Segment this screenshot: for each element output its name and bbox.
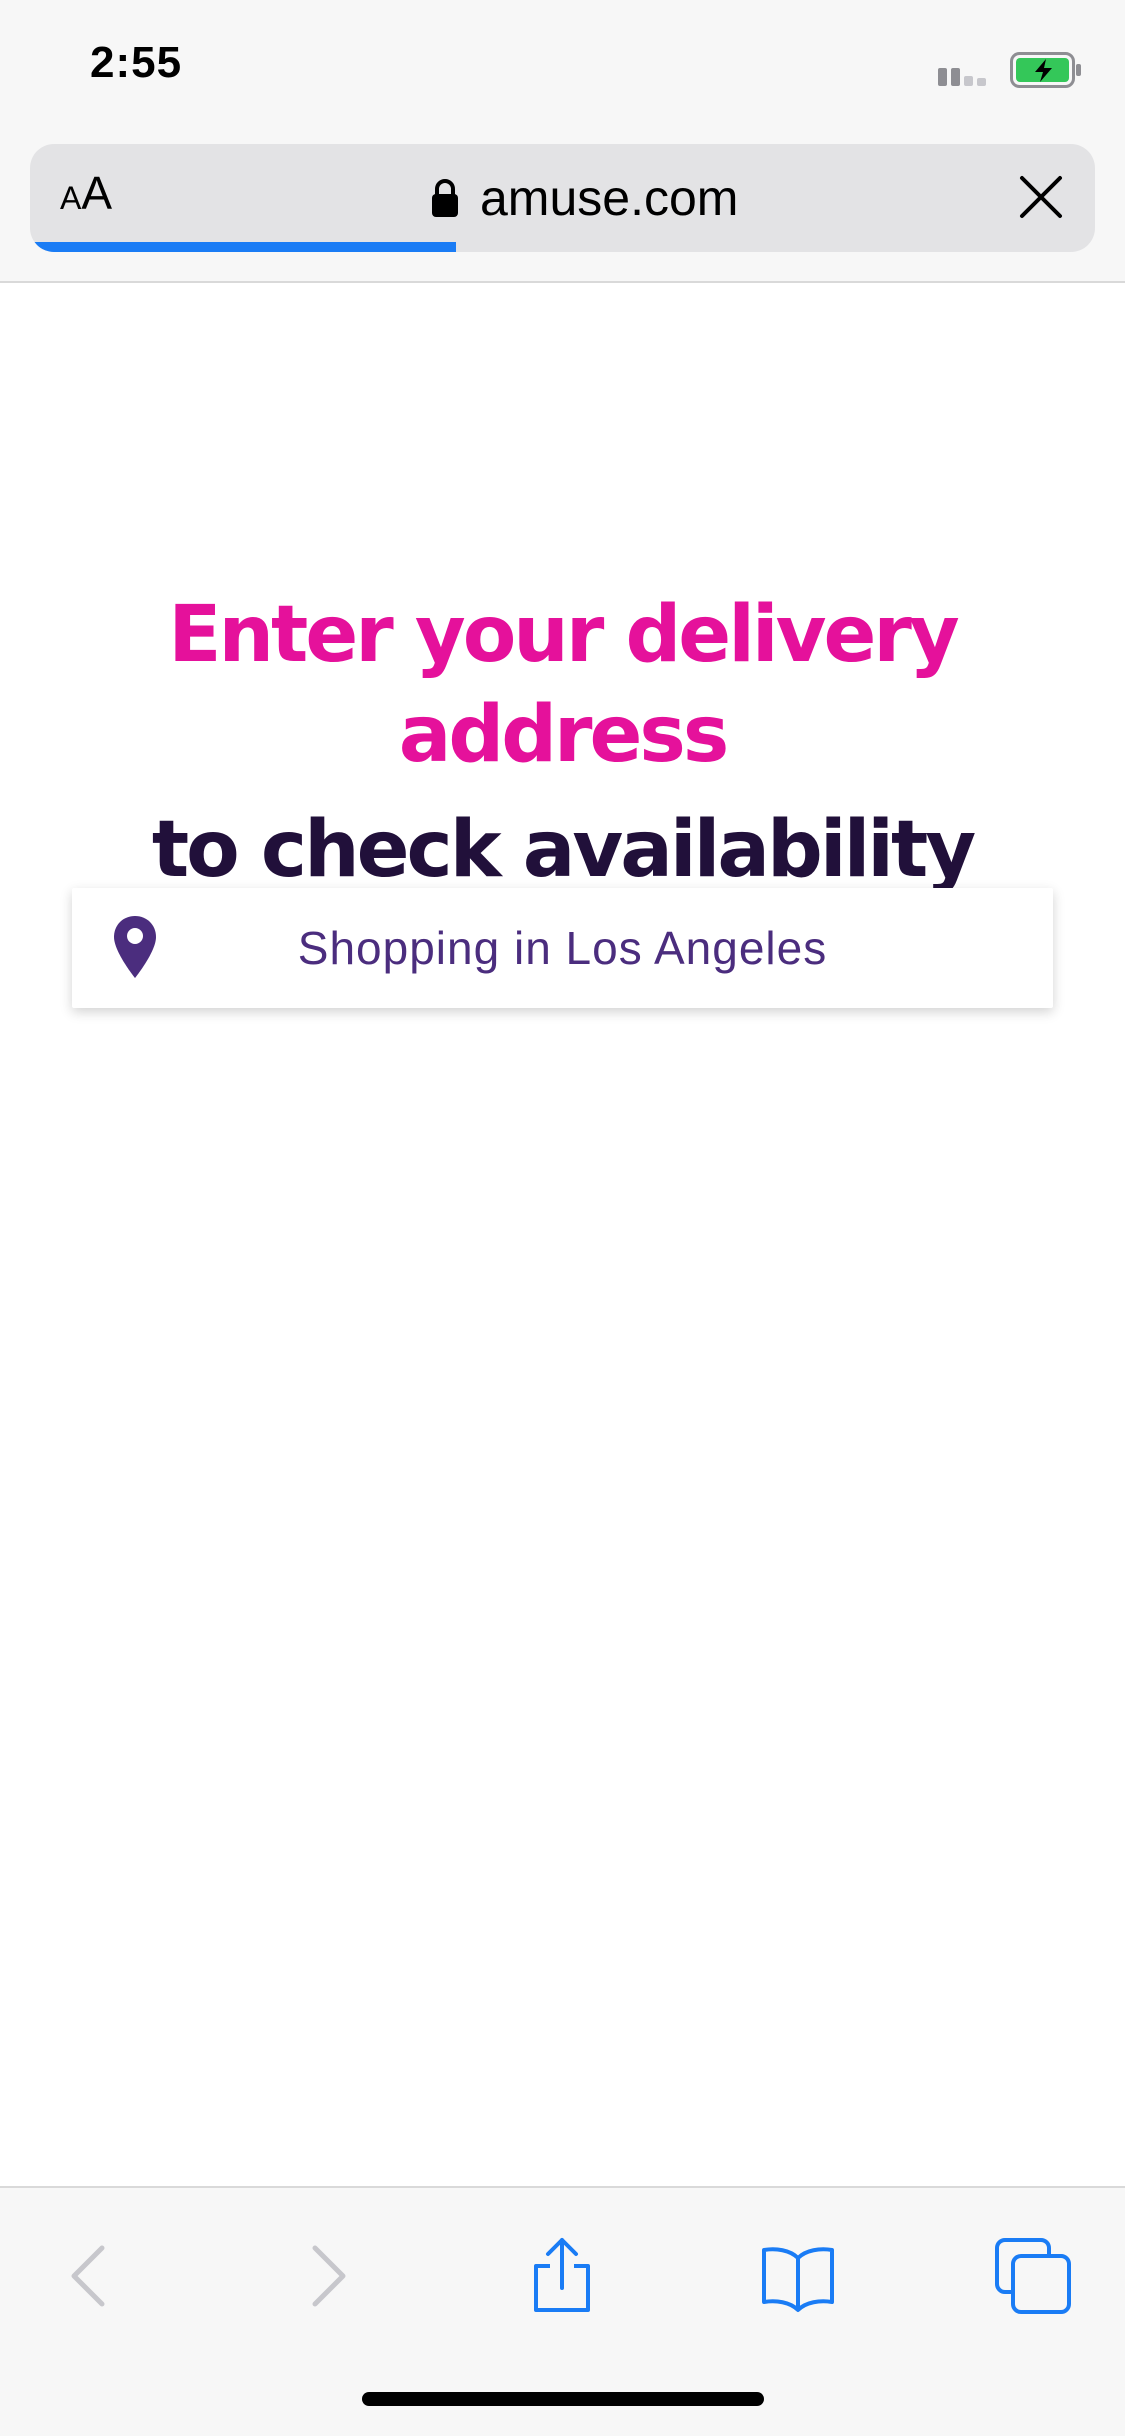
delivery-location-selector[interactable]: Shopping in Los Angeles (72, 888, 1053, 1008)
address-bar[interactable]: A A amuse.com (30, 144, 1095, 252)
url-text: amuse.com (480, 170, 739, 226)
text-size-button[interactable]: A A (60, 166, 130, 230)
page-headline: Enter your delivery address to check ava… (0, 585, 1125, 915)
location-label: Shopping in Los Angeles (297, 922, 828, 974)
browser-top-chrome: 2:55 A A amuse.com (0, 0, 1125, 283)
share-icon[interactable] (522, 2236, 602, 2316)
text-size-big-label: A (81, 167, 113, 219)
tabs-icon[interactable] (993, 2236, 1073, 2316)
text-size-small-label: A (60, 180, 82, 216)
home-indicator[interactable] (362, 2392, 764, 2406)
headline-line-1: Enter your delivery address (168, 590, 959, 780)
book-icon[interactable] (758, 2236, 838, 2316)
lock-icon (432, 179, 458, 217)
safari-screen: 2:55 A A amuse.com Enter your delivery a… (0, 0, 1125, 2436)
chevron-left-icon[interactable] (52, 2236, 132, 2316)
url-display[interactable]: amuse.com (430, 168, 738, 228)
page-load-progress (30, 242, 456, 252)
close-icon[interactable] (1018, 174, 1064, 220)
status-time: 2:55 (90, 38, 183, 87)
chevron-right-icon[interactable] (285, 2236, 365, 2316)
battery-charging-icon (1010, 52, 1081, 88)
signal-bars-icon (938, 68, 986, 86)
